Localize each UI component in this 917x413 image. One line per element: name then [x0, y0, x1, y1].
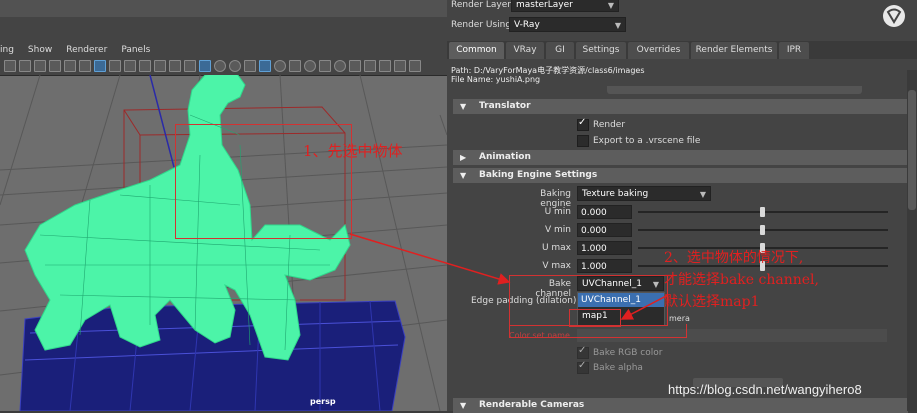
csdn-watermark: https://blog.csdn.net/wangyihero8	[668, 382, 862, 397]
arrow-note-to-map1	[620, 294, 669, 320]
annotation-arrows	[349, 233, 669, 320]
arrow-object-to-channel	[349, 233, 511, 285]
